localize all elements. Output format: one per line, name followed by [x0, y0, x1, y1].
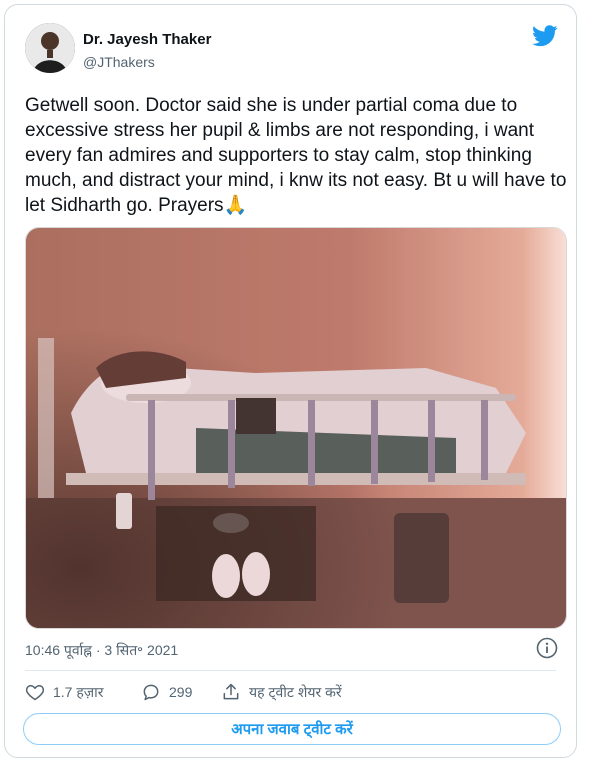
prayer-emoji: 🙏	[223, 195, 248, 216]
timestamp[interactable]: 10:46 पूर्वाह्न · 3 सित॰ 2021	[25, 641, 178, 660]
twitter-bird-icon[interactable]	[532, 25, 558, 47]
tweet-card: Dr. Jayesh Thaker @JThakers Getwell soon…	[4, 4, 577, 758]
author-name[interactable]: Dr. Jayesh Thaker	[83, 31, 211, 48]
reply-bubble-icon	[143, 684, 159, 701]
tweet-body: Getwell soon. Doctor said she is under p…	[25, 95, 567, 216]
reply-button[interactable]: अपना जवाब ट्वीट करें	[23, 713, 561, 745]
tweet-photo[interactable]	[25, 227, 567, 629]
share-label: यह ट्वीट शेयर करें	[249, 683, 342, 700]
reply-count: 299	[169, 684, 193, 700]
info-icon[interactable]	[536, 637, 558, 659]
heart-icon	[25, 685, 45, 701]
divider	[25, 670, 556, 671]
share-action[interactable]: यह ट्वीट शेयर करें	[221, 682, 342, 702]
avatar[interactable]	[25, 23, 75, 73]
share-icon	[223, 683, 239, 700]
like-action[interactable]: 1.7 हज़ार	[25, 682, 104, 702]
author-handle[interactable]: @JThakers	[83, 54, 155, 70]
reply-action[interactable]: 299	[141, 682, 192, 702]
like-count: 1.7 हज़ार	[53, 683, 104, 700]
tweet-text: Getwell soon. Doctor said she is under p…	[25, 93, 570, 218]
